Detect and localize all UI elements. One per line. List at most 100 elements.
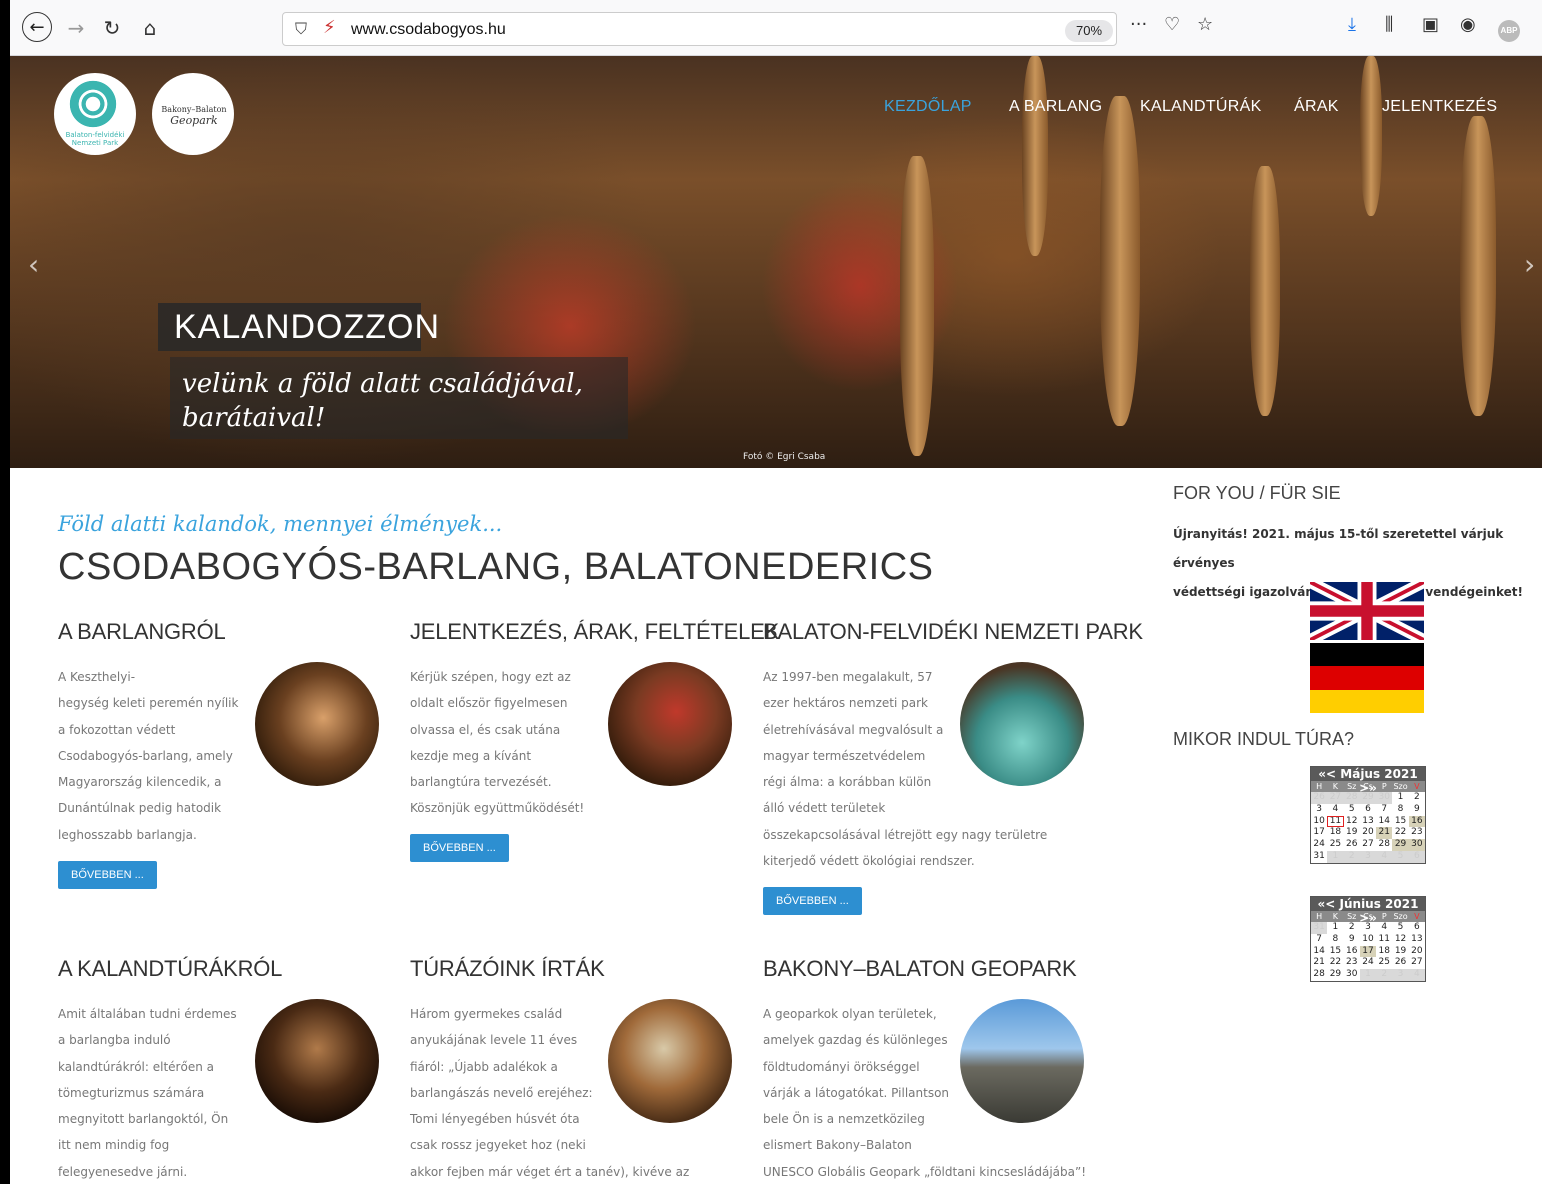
section-title[interactable]: A BARLANGRÓL xyxy=(58,619,388,645)
bookmark-star-icon[interactable]: ☆ xyxy=(1197,14,1213,35)
url-text[interactable]: www.csodabogyos.hu xyxy=(351,21,506,39)
day-tour[interactable]: 30 xyxy=(1408,839,1425,851)
nav-jelentkezes[interactable]: JELENTKEZÉS xyxy=(1382,98,1497,116)
text-line: leghosszabb barlangja. xyxy=(58,827,197,842)
day-tour[interactable]: 16 xyxy=(1408,815,1425,828)
day: 26 xyxy=(1311,792,1328,804)
calendar-may: «< Május 2021 >» H K Sz Cs P Szo V 26 27 28 29 30 1… xyxy=(1310,766,1426,864)
day: 10 xyxy=(1362,933,1374,944)
de-flag-black xyxy=(1310,643,1424,666)
text-line: kalandtúrákról: eltérően a xyxy=(58,1059,214,1074)
address-bar[interactable]: ⛉ ⚡ www.csodabogyos.hu xyxy=(282,12,1117,46)
day: 11 xyxy=(1378,933,1390,944)
day: 17 xyxy=(1313,827,1325,838)
caver-helmet-photo[interactable] xyxy=(608,662,732,786)
day-tour[interactable]: 21 xyxy=(1376,827,1393,840)
sidebar-icon[interactable]: ▣ xyxy=(1422,14,1439,35)
home-icon: ⌂ xyxy=(143,16,157,40)
basalt-columns-photo[interactable] xyxy=(960,999,1084,1123)
library-icon[interactable]: ⫼ xyxy=(1385,14,1393,35)
day: 2 xyxy=(1413,792,1420,802)
more-button[interactable]: BŐVEBBEN ... xyxy=(410,834,509,862)
day: 1 xyxy=(1327,850,1344,863)
day-tour[interactable]: 17 xyxy=(1359,945,1377,958)
section-title[interactable]: BALATON-FELVIDÉKI NEMZETI PARK xyxy=(763,619,1143,645)
back-button[interactable]: ← xyxy=(22,12,52,42)
back-arrow-icon: ← xyxy=(29,16,45,38)
dow: Cs xyxy=(1363,912,1373,921)
text-line: álló védett területek xyxy=(763,801,886,816)
calendar-week: 31 1 2 3 4 5 6 xyxy=(1311,922,1425,934)
day: 31 xyxy=(1313,850,1325,861)
day: 20 xyxy=(1411,945,1423,956)
text-line: a fokozottan védett xyxy=(58,722,176,737)
stalagmite-shape xyxy=(1460,116,1496,416)
german-flag-link[interactable] xyxy=(1310,643,1424,713)
zoom-level-badge[interactable]: 70% xyxy=(1065,20,1113,42)
text-line: tömegturizmus számára xyxy=(58,1085,205,1100)
hero-caption-subtitle: velünk a föld alatt családjával, barátai… xyxy=(170,357,628,439)
insecure-connection-icon[interactable]: ⚡ xyxy=(323,17,336,38)
downloads-icon[interactable]: ⤓ xyxy=(1348,14,1356,35)
caver-photo[interactable] xyxy=(255,662,379,786)
text-line: elismert Bakony–Balaton xyxy=(763,1138,912,1153)
park-emblem-icon xyxy=(68,79,118,129)
nav-a-barlang[interactable]: A BARLANG xyxy=(1009,98,1102,116)
text-line: UNESCO Globális Geopark „földtani kincse… xyxy=(763,1164,1087,1179)
english-flag-link[interactable] xyxy=(1310,582,1424,640)
calendar-week: 31 1 2 3 4 5 6 xyxy=(1311,850,1425,863)
day: 2 xyxy=(1343,850,1360,863)
logo2-line1: Bakony–Balaton xyxy=(161,105,227,114)
nemzeti-park-logo[interactable]: Balaton-felvidéki Nemzeti Park xyxy=(54,73,136,155)
day: 18 xyxy=(1378,945,1390,956)
day: 7 xyxy=(1316,933,1322,944)
shield-icon[interactable]: ⛉ xyxy=(295,19,307,39)
calendar-week: 21 22 23 24 25 26 27 xyxy=(1311,957,1425,969)
geopark-logo[interactable]: Bakony–Balaton Geopark xyxy=(152,73,234,155)
smiling-caver-photo[interactable] xyxy=(608,999,732,1123)
text-line: Kérjük szépen, hogy ezt az xyxy=(410,670,571,684)
section-a-barlangrol: A BARLANGRÓL xyxy=(58,619,388,645)
adblock-icon[interactable]: ABP xyxy=(1498,20,1520,42)
text-line: kiterjedő védett ökológiai rendszer. xyxy=(763,854,975,869)
day: 15 xyxy=(1329,945,1342,956)
account-icon[interactable]: ◉ xyxy=(1460,14,1476,35)
section-title[interactable]: JELENTKEZÉS, ÁRAK, FELTÉTELEK xyxy=(410,619,779,645)
more-button[interactable]: BŐVEBBEN ... xyxy=(58,861,157,889)
more-button[interactable]: BŐVEBBEN ... xyxy=(763,887,862,915)
section-title[interactable]: A KALANDTÚRÁKRÓL xyxy=(58,956,388,982)
forward-arrow-icon: → xyxy=(67,16,85,40)
text-line: a barlangba induló xyxy=(58,1033,171,1048)
page-actions-icon[interactable]: ··· xyxy=(1130,14,1147,35)
day: 24 xyxy=(1362,957,1374,968)
text-line: megnyitott barlangoktól, Ön xyxy=(58,1112,229,1127)
text-line: olvassa el, és csak utána xyxy=(410,722,561,737)
nav-kalandturak[interactable]: KALANDTÚRÁK xyxy=(1140,98,1262,116)
calendar-title[interactable]: «< Június 2021 >» xyxy=(1311,897,1425,925)
forward-button[interactable]: → xyxy=(62,14,90,42)
day-tour[interactable]: 29 xyxy=(1392,839,1409,851)
logo1-text: Balaton-felvidéki Nemzeti Park xyxy=(65,131,125,147)
reload-button[interactable]: ↻ xyxy=(98,14,126,42)
slider-prev-icon[interactable]: ‹ xyxy=(28,248,39,281)
logo2-line2: Geopark xyxy=(170,114,218,127)
browser-toolbar: ← → ↻ ⌂ ⛉ ⚡ www.csodabogyos.hu 70% ··· ♡… xyxy=(10,0,1542,56)
home-button[interactable]: ⌂ xyxy=(136,14,164,42)
calendar-title[interactable]: «< Május 2021 >» xyxy=(1311,767,1425,795)
nav-kezdolap[interactable]: KEZDŐLAP xyxy=(884,98,972,116)
day: 19 xyxy=(1345,827,1358,838)
nav-arak[interactable]: ÁRAK xyxy=(1294,98,1339,116)
section-title[interactable]: BAKONY–BALATON GEOPARK xyxy=(763,956,1093,982)
section-title[interactable]: TÚRÁZÓINK ÍRTÁK xyxy=(410,956,740,982)
day: 25 xyxy=(1329,839,1342,850)
pocket-icon[interactable]: ♡ xyxy=(1164,14,1180,35)
day: 12 xyxy=(1394,933,1407,944)
cave-climber-photo[interactable] xyxy=(255,999,379,1123)
dow: Szo xyxy=(1393,782,1408,791)
day: 15 xyxy=(1394,815,1407,826)
slider-next-icon[interactable]: › xyxy=(1524,248,1535,281)
cave-boat-photo[interactable] xyxy=(960,662,1084,786)
calendar-week: 17 18 19 20 21 22 23 xyxy=(1311,827,1425,840)
day: 29 xyxy=(1329,969,1342,980)
calendar-weekdays: H K Sz Cs P Szo V xyxy=(1311,911,1425,922)
